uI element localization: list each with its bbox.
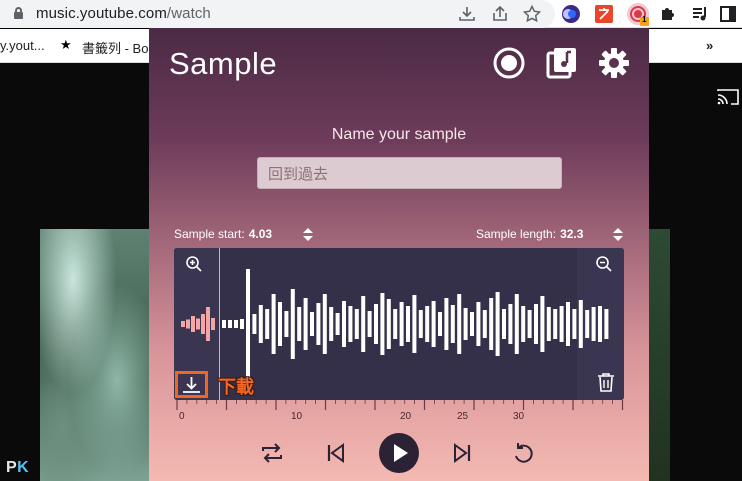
bookmarks-overflow-button[interactable]: »	[706, 38, 713, 53]
media-control-icon[interactable]	[690, 4, 710, 24]
sample-start-field: Sample start: 4.03	[174, 227, 273, 241]
translate-extension-icon[interactable]	[594, 4, 614, 24]
ruler-tick-label: 30	[513, 411, 525, 422]
browser-toolbar: music.youtube.com/watch 1	[0, 0, 742, 28]
sample-name-input[interactable]	[257, 157, 562, 189]
sampler-extension-icon[interactable]: 1	[626, 2, 650, 26]
transport-controls	[149, 432, 649, 474]
ruler-tick-label: 20	[400, 411, 412, 422]
music-library-icon[interactable]	[545, 46, 579, 80]
ruler-tick-label: 10	[291, 411, 303, 422]
download-icon[interactable]	[181, 376, 202, 394]
settings-gear-icon[interactable]	[597, 46, 631, 80]
skip-previous-icon[interactable]	[323, 440, 349, 466]
ruler-tick-label: 0	[179, 411, 185, 422]
download-annotation: 下載	[218, 377, 254, 398]
loop-icon[interactable]	[259, 440, 285, 466]
download-page-icon[interactable]	[457, 4, 477, 24]
timeline-ruler: 0 10 20 25 30	[174, 400, 624, 422]
watermark-logo: PK	[6, 459, 30, 476]
lock-icon	[14, 7, 23, 19]
ruler-tick-label: 25	[457, 411, 469, 422]
zoom-out-icon[interactable]	[595, 255, 613, 273]
play-icon	[394, 444, 408, 462]
url-text[interactable]: music.youtube.com/watch	[36, 5, 211, 22]
sidebar-toggle-icon[interactable]	[718, 4, 738, 24]
extension-badge: 1	[642, 15, 647, 24]
record-icon[interactable]	[492, 46, 526, 80]
sample-extension-popup: Sample Name your sample Sample start:4.0…	[149, 28, 649, 481]
popup-title: Sample	[169, 46, 278, 81]
bookmark-item[interactable]: y.yout...	[0, 38, 45, 53]
bookmark-star-icon[interactable]	[522, 4, 542, 24]
extension-avatar-icon[interactable]	[561, 4, 581, 24]
sample-start-stepper[interactable]	[302, 228, 314, 242]
screen: music.youtube.com/watch 1 y.yout... ★ 書籤…	[0, 0, 742, 481]
sample-length-stepper[interactable]	[612, 228, 624, 242]
play-button[interactable]	[379, 433, 419, 473]
name-sample-label: Name your sample	[331, 126, 467, 143]
video-thumbnail	[40, 229, 150, 481]
zoom-in-icon[interactable]	[185, 255, 203, 273]
delete-trash-icon[interactable]	[597, 372, 615, 393]
extensions-puzzle-icon[interactable]	[658, 4, 678, 24]
bookmark-folder[interactable]: 書籤列 - Boo	[82, 38, 156, 57]
cast-icon[interactable]	[717, 89, 739, 105]
download-highlight	[175, 371, 208, 398]
sample-length-field: Sample length: 32.3	[476, 227, 584, 241]
share-icon[interactable]	[490, 4, 510, 24]
restart-icon[interactable]	[511, 440, 537, 466]
skip-next-icon[interactable]	[449, 440, 475, 466]
folder-star-icon: ★	[60, 37, 72, 52]
